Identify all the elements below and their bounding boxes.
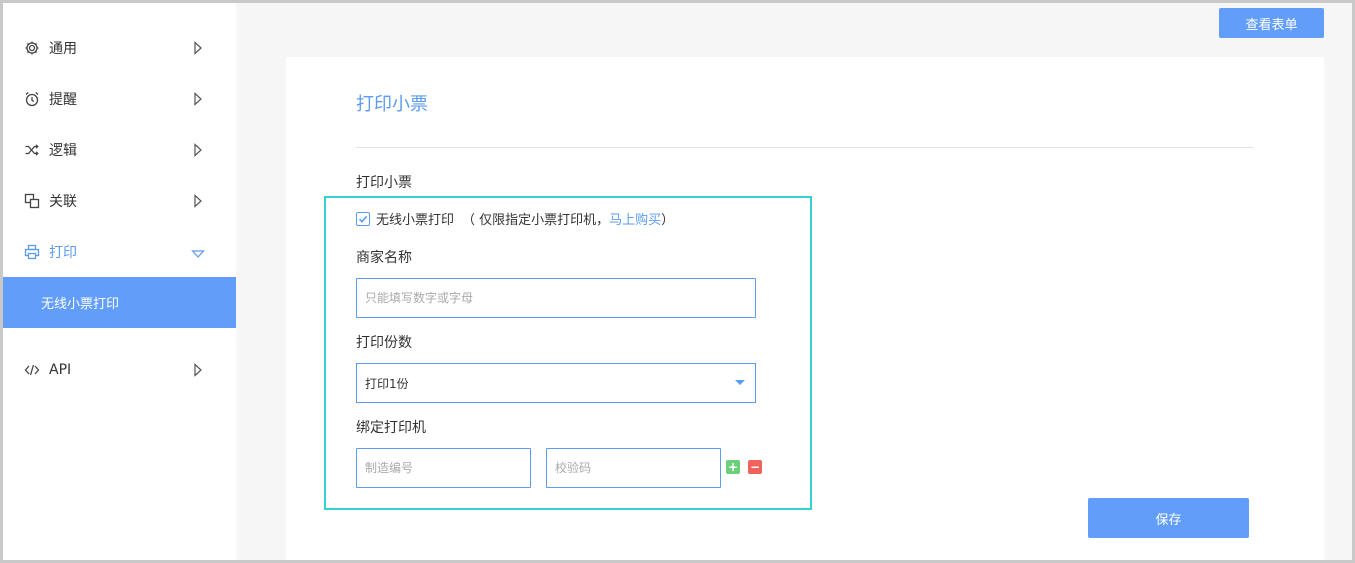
sidebar-item-label: 提醒 xyxy=(49,92,77,108)
caret-down-icon xyxy=(735,380,745,385)
sidebar-item-label: 关联 xyxy=(49,194,77,210)
chevron-right-icon xyxy=(193,92,203,106)
add-printer-button[interactable]: + xyxy=(726,460,740,474)
verification-code-input[interactable] xyxy=(546,448,721,488)
section-label: 打印小票 xyxy=(356,175,412,191)
code-icon xyxy=(23,361,41,379)
wireless-print-option: 无线小票打印 （ 仅限指定小票打印机， 马上购买 ） xyxy=(356,209,674,228)
sidebar-item-association[interactable]: 关联 xyxy=(3,181,236,221)
divider xyxy=(356,147,1254,148)
sidebar-item-label: 通用 xyxy=(49,41,77,57)
sidebar-item-label: 打印 xyxy=(49,245,77,261)
remove-printer-button[interactable]: − xyxy=(748,460,762,474)
chevron-right-icon xyxy=(193,41,203,55)
sidebar-item-logic[interactable]: 逻辑 xyxy=(3,130,236,170)
shuffle-icon xyxy=(23,141,41,159)
wireless-print-note: （ 仅限指定小票打印机， xyxy=(462,213,610,228)
merchant-name-label: 商家名称 xyxy=(356,250,412,266)
view-form-button[interactable]: 查看表单 xyxy=(1219,8,1324,38)
sidebar-item-label: 逻辑 xyxy=(49,143,77,159)
gear-icon xyxy=(23,39,41,57)
sidebar-item-reminder[interactable]: 提醒 xyxy=(3,79,236,119)
checkmark-icon xyxy=(358,215,368,223)
copies-select-value: 打印1份 xyxy=(365,376,409,391)
alarm-clock-icon xyxy=(23,90,41,108)
sidebar-item-label: API xyxy=(49,362,72,378)
buy-now-link[interactable]: 马上购买 xyxy=(609,209,661,228)
sidebar-item-api[interactable]: API xyxy=(3,350,236,390)
serial-number-input[interactable] xyxy=(356,448,531,488)
printer-icon xyxy=(23,243,41,261)
chevron-right-icon xyxy=(193,363,203,377)
copies-select[interactable]: 打印1份 xyxy=(356,363,756,403)
panel-title: 打印小票 xyxy=(356,94,428,115)
settings-panel: 打印小票 打印小票 无线小票打印 （ 仅限指定小票打印机， 马上购买 ） 商家名… xyxy=(286,57,1324,560)
sidebar-item-general[interactable]: 通用 xyxy=(3,28,236,68)
sidebar-item-print[interactable]: 打印 xyxy=(3,232,236,272)
wireless-print-note-end: ） xyxy=(661,213,675,228)
chevron-right-icon xyxy=(193,194,203,208)
chevron-down-icon xyxy=(191,247,205,258)
merchant-name-input[interactable] xyxy=(356,278,756,318)
wireless-print-label: 无线小票打印 xyxy=(376,213,455,228)
sidebar-subitem-wireless-receipt[interactable]: 无线小票打印 xyxy=(3,277,236,328)
chevron-right-icon xyxy=(193,143,203,157)
link-squares-icon xyxy=(23,192,41,210)
copies-label: 打印份数 xyxy=(356,335,412,351)
save-button[interactable]: 保存 xyxy=(1088,498,1249,538)
bind-printer-label: 绑定打印机 xyxy=(356,420,426,436)
wireless-print-checkbox[interactable] xyxy=(356,211,370,226)
sidebar: 通用 提醒 逻辑 关联 打印 无线小票打印 API xyxy=(3,3,236,560)
